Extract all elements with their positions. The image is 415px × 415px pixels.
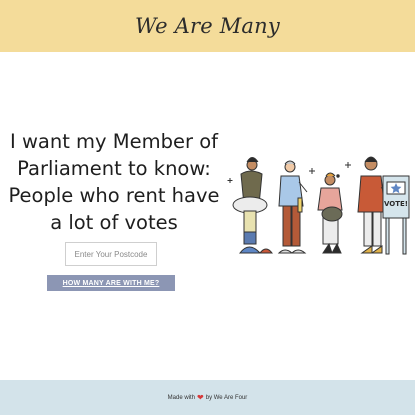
postcode-input[interactable] <box>65 242 157 266</box>
heart-icon: ❤ <box>197 393 204 402</box>
site-footer: Made with ❤ by We Are Four <box>0 380 415 415</box>
voter-figure-1 <box>232 157 274 254</box>
voter-figure-2 <box>277 160 308 254</box>
site-title[interactable]: We Are Many <box>135 14 280 38</box>
site-header: We Are Many <box>0 0 415 52</box>
how-many-button[interactable]: HOW MANY ARE WITH ME? <box>47 275 175 291</box>
page-headline: I want my Member of Parliament to know: … <box>8 130 220 234</box>
voters-queue-illustration: VOTE! <box>227 156 410 255</box>
ballot-box-icon: VOTE! <box>382 175 410 255</box>
footer-credit[interactable]: by We Are Four <box>206 395 248 401</box>
footer-made-with: Made with <box>167 394 196 401</box>
voter-figure-3 <box>317 172 343 254</box>
ballot-label: VOTE! <box>384 200 408 208</box>
